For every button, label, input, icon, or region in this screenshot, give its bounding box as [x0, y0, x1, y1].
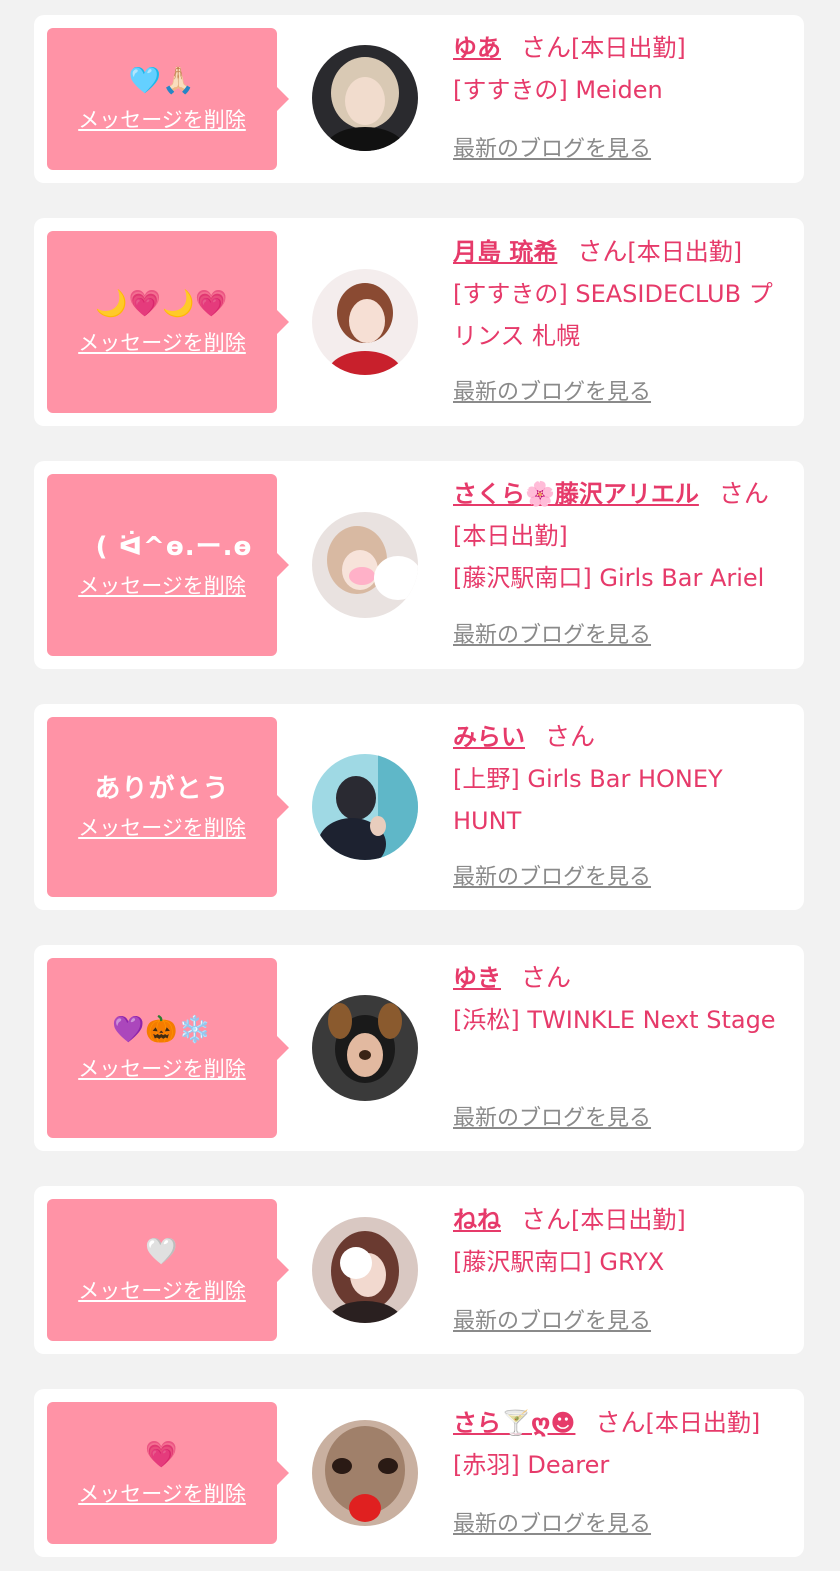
avatar[interactable] [312, 45, 418, 151]
status-text: [本日出勤] [645, 1409, 761, 1437]
message-bubble: ㅤ( ᐛ^ѳ.ー.ѳ メッセージを削除 [47, 474, 289, 656]
latest-blog-link[interactable]: 最新のブログを見る [453, 1509, 651, 1541]
cast-name-link[interactable]: さくら🌸藤沢アリエル [453, 480, 699, 508]
cast-info: みらい さん [上野] Girls Bar HONEY HUNT [453, 716, 795, 842]
san-suffix: さん [521, 33, 572, 62]
status-text: [本日出勤] [571, 1206, 686, 1234]
status-text: [本日出勤] [453, 522, 568, 550]
message-text: 💗 [145, 1440, 179, 1470]
shop-text: [藤沢駅南口] Girls Bar Ariel [453, 564, 765, 592]
avatar[interactable] [312, 995, 418, 1101]
cast-info: さくら🌸藤沢アリエル さん [本日出勤] [藤沢駅南口] Girls Bar Ari… [453, 473, 795, 599]
san-suffix: さん [595, 1408, 646, 1437]
shop-text: [すすきの] Meiden [453, 76, 663, 104]
delete-message-link[interactable]: メッセージを削除 [78, 571, 246, 601]
message-text: 💜🎃❄️ [111, 1015, 213, 1045]
cast-info: さら🍸ღ☻ さん[本日出勤] [赤羽] Dearer [453, 1402, 795, 1486]
avatar[interactable] [312, 512, 418, 618]
message-text: 🌙💗🌙💗 [95, 289, 229, 319]
cast-name-link[interactable]: さら🍸ღ☻ [453, 1409, 575, 1437]
shop-text: [藤沢駅南口] GRYX [453, 1248, 665, 1276]
latest-blog-link[interactable]: 最新のブログを見る [453, 134, 651, 166]
message-bubble: 💜🎃❄️ メッセージを削除 [47, 958, 289, 1138]
message-bubble: 🌙💗🌙💗 メッセージを削除 [47, 231, 289, 413]
latest-blog-link[interactable]: 最新のブログを見る [453, 1103, 651, 1135]
message-card: 🤍 メッセージを削除 ねね さん[本日出勤] [藤沢駅南口] GRYX 最新のブロ… [34, 1186, 804, 1354]
message-bubble: 🩵🙏🏻 メッセージを削除 [47, 28, 289, 170]
delete-message-link[interactable]: メッセージを削除 [78, 328, 246, 358]
latest-blog-link[interactable]: 最新のブログを見る [453, 377, 651, 409]
message-text: ㅤ( ᐛ^ѳ.ー.ѳ [71, 532, 253, 562]
cast-info: ゆあ さん[本日出勤] [すすきの] Meiden [453, 27, 795, 111]
message-bubble: 🤍 メッセージを削除 [47, 1199, 289, 1341]
status-text: [本日出勤] [627, 238, 743, 266]
san-suffix: さん [545, 722, 596, 751]
delete-message-link[interactable]: メッセージを削除 [78, 1276, 246, 1306]
delete-message-link[interactable]: メッセージを削除 [78, 105, 246, 135]
cast-info: ねね さん[本日出勤] [藤沢駅南口] GRYX [453, 1199, 795, 1283]
shop-text: [すすきの] SEASIDECLUB プリンス 札幌 [453, 280, 773, 350]
cast-name-link[interactable]: ねね [453, 1206, 501, 1234]
avatar[interactable] [312, 754, 418, 860]
message-card: 🌙💗🌙💗 メッセージを削除 月島 琉希 さん[本日出勤] [すすきの] SEASI… [34, 218, 804, 426]
message-text: 🤍 [145, 1237, 179, 1267]
cast-info: ゆき さん [浜松] TWINKLE Next Stage [453, 957, 795, 1041]
message-text: ありがとう [94, 774, 230, 804]
cast-info: 月島 琉希 さん[本日出勤] [すすきの] SEASIDECLUB プリンス 札幌 [453, 231, 795, 357]
message-text: 🩵🙏🏻 [128, 66, 196, 96]
san-suffix: さん [577, 237, 628, 266]
avatar[interactable] [312, 269, 418, 375]
avatar[interactable] [312, 1420, 418, 1526]
cast-name-link[interactable]: 月島 琉希 [453, 238, 557, 266]
avatar[interactable] [312, 1217, 418, 1323]
message-card: ありがとう メッセージを削除 みらい さん [上野] Girls Bar HONE… [34, 704, 804, 910]
latest-blog-link[interactable]: 最新のブログを見る [453, 620, 651, 652]
delete-message-link[interactable]: メッセージを削除 [78, 813, 246, 843]
message-bubble: 💗 メッセージを削除 [47, 1402, 289, 1544]
message-card: 💗 メッセージを削除 さら🍸ღ☻ さん[本日出勤] [赤羽] Dearer 最新の… [34, 1389, 804, 1557]
san-suffix: さん [718, 479, 769, 508]
shop-text: [赤羽] Dearer [453, 1451, 610, 1479]
cast-name-link[interactable]: ゆき [453, 964, 501, 992]
message-card: 💜🎃❄️ メッセージを削除 ゆき さん [浜松] TWINKLE Next Sta… [34, 945, 804, 1151]
san-suffix: さん [521, 1205, 572, 1234]
latest-blog-link[interactable]: 最新のブログを見る [453, 862, 651, 894]
message-bubble: ありがとう メッセージを削除 [47, 717, 289, 897]
shop-text: [浜松] TWINKLE Next Stage [453, 1006, 776, 1034]
san-suffix: さん [521, 963, 572, 992]
message-card: ㅤ( ᐛ^ѳ.ー.ѳ メッセージを削除 さくら🌸藤沢アリエル さん [本日出勤] [… [34, 461, 804, 669]
latest-blog-link[interactable]: 最新のブログを見る [453, 1306, 651, 1338]
message-card: 🩵🙏🏻 メッセージを削除 ゆあ さん[本日出勤] [すすきの] Meiden 最新… [34, 15, 804, 183]
cast-name-link[interactable]: ゆあ [453, 34, 501, 62]
cast-name-link[interactable]: みらい [453, 723, 525, 751]
delete-message-link[interactable]: メッセージを削除 [78, 1054, 246, 1084]
status-text: [本日出勤] [571, 34, 686, 62]
shop-text: [上野] Girls Bar HONEY HUNT [453, 765, 723, 835]
delete-message-link[interactable]: メッセージを削除 [78, 1479, 246, 1509]
